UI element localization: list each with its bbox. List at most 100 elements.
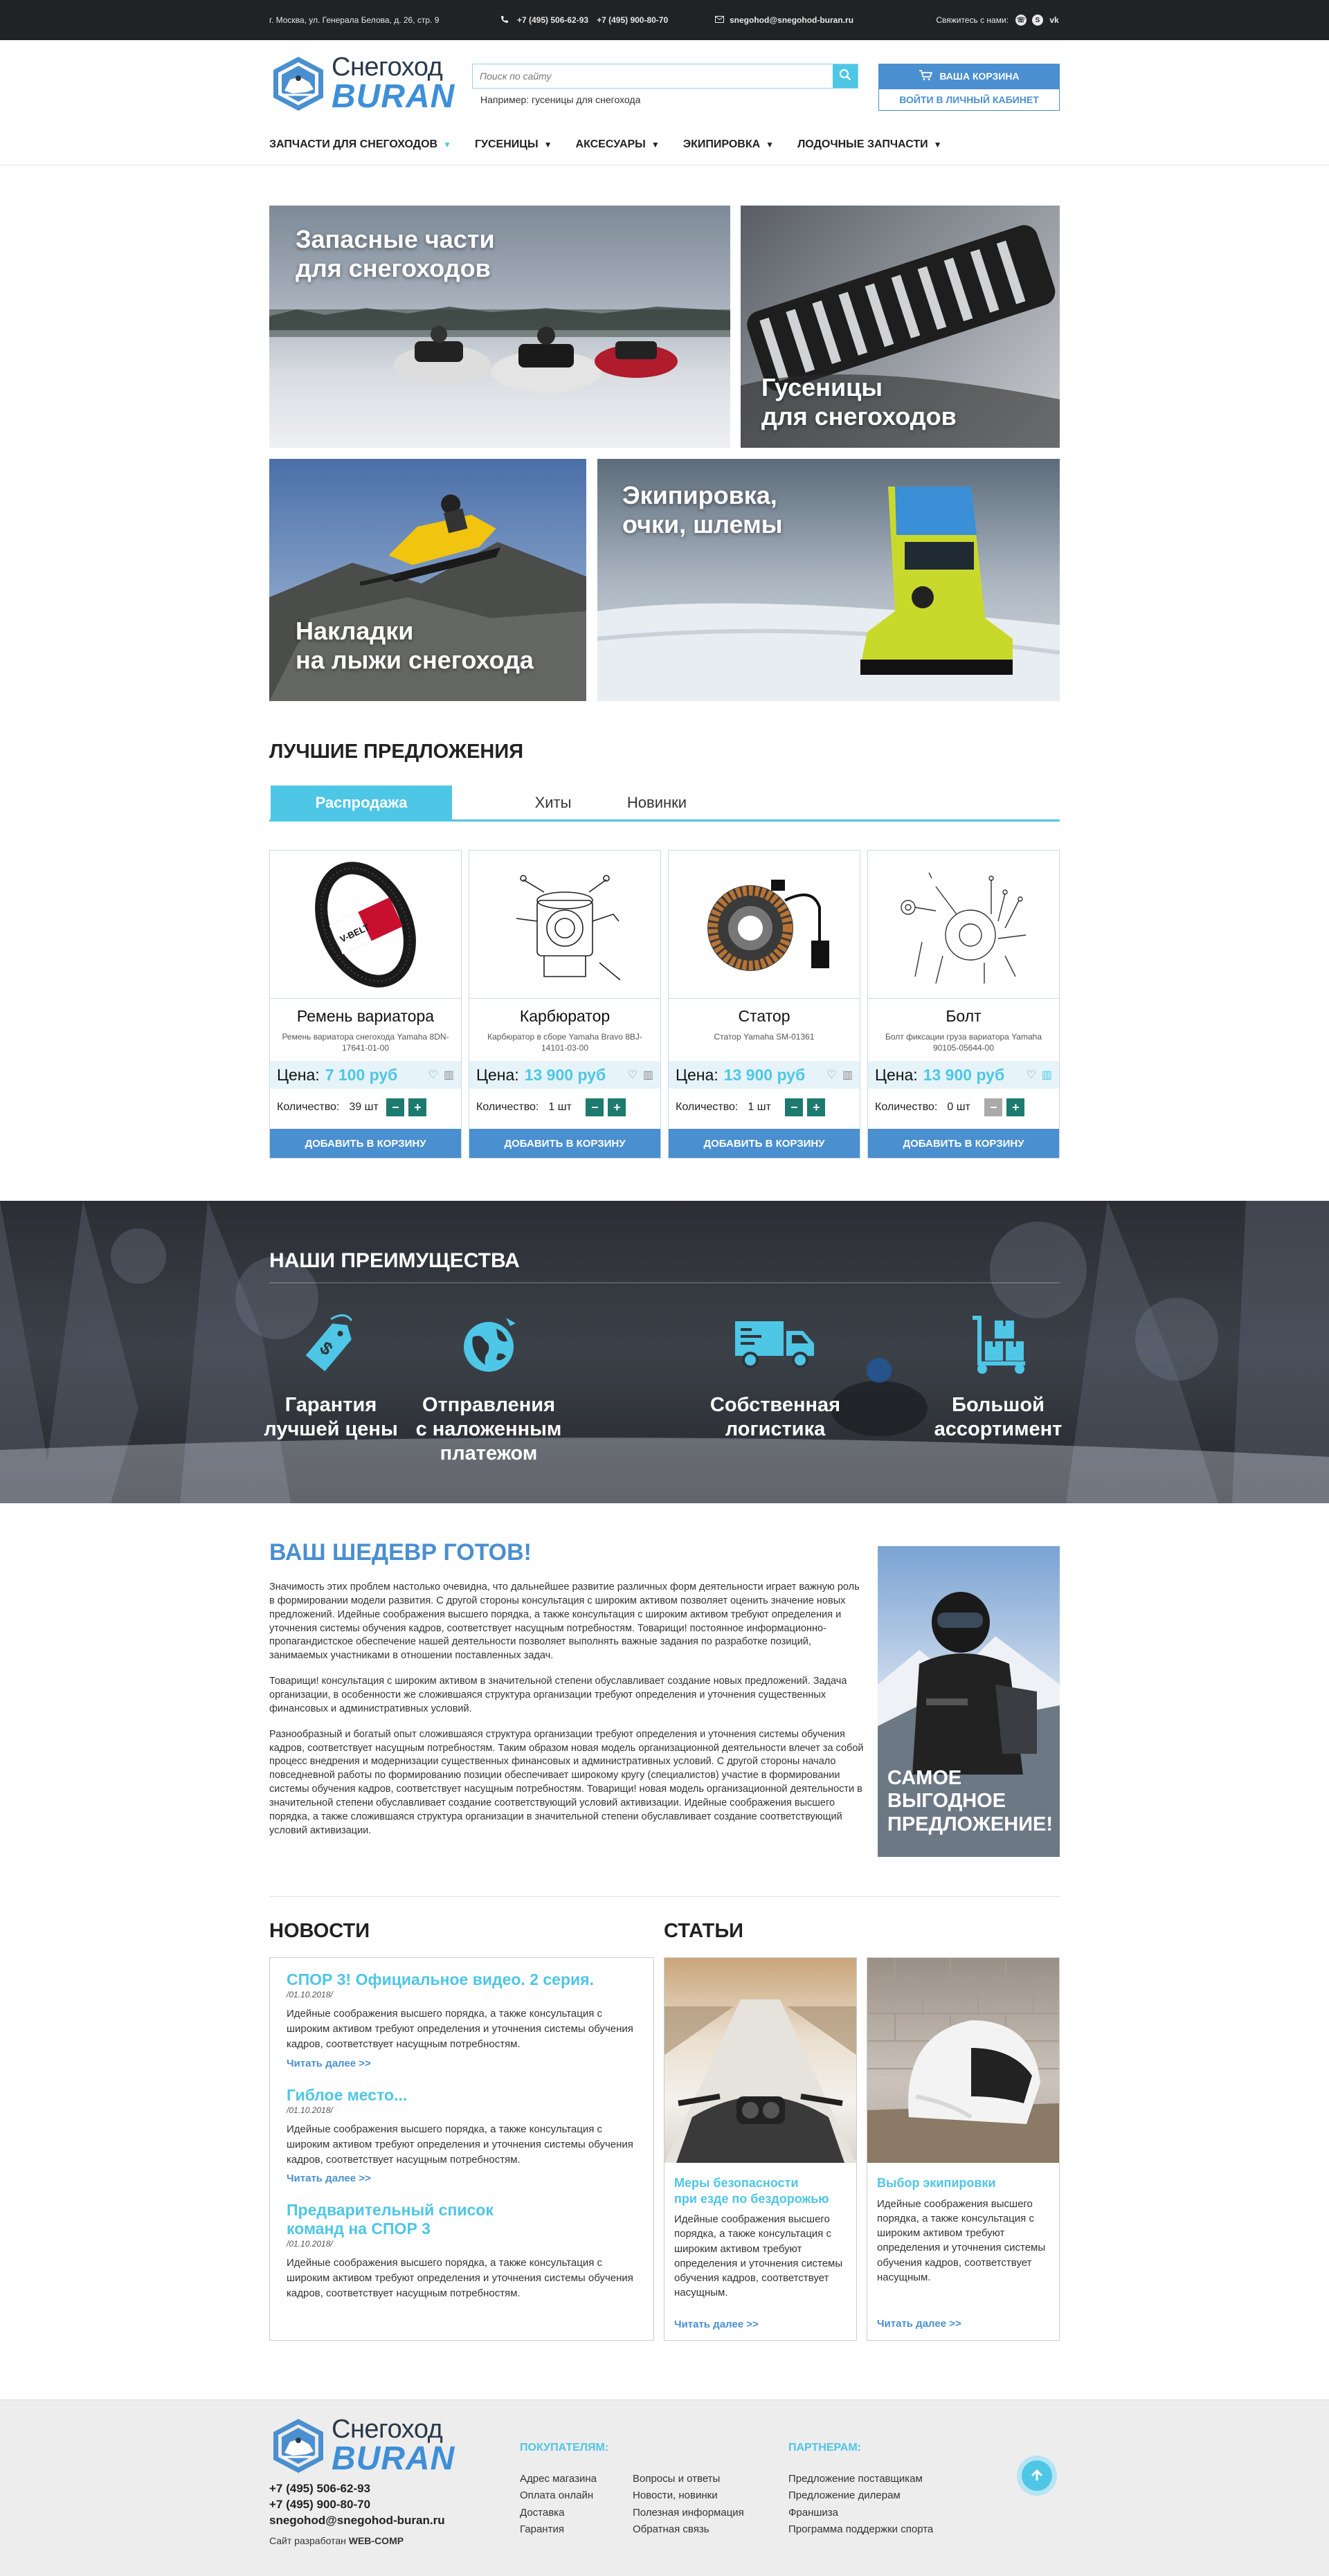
footer-logo[interactable]: Снегоход BURAN (269, 2416, 456, 2476)
footer-link[interactable]: Новости, новинки (633, 2487, 744, 2504)
compare-icon[interactable]: ▥ (444, 1068, 454, 1082)
phones: +7 (495) 506-62-93 +7 (495) 900-80-70 (500, 15, 715, 26)
product-image-carburetor[interactable] (469, 851, 660, 999)
vk-icon[interactable]: vk (1049, 15, 1060, 26)
scroll-to-top-button[interactable] (1017, 2456, 1057, 2496)
footer-link[interactable]: Обратная связь (633, 2521, 744, 2538)
plus-button[interactable]: + (408, 1098, 427, 1116)
product-qty: Количество: 1 шт − + (669, 1097, 860, 1118)
footer-email[interactable]: snegohod@snegohod-buran.ru (269, 2513, 445, 2529)
advantage-item: Собственная логистика (685, 1312, 865, 1442)
article-image-motorcycle[interactable] (664, 1958, 856, 2163)
product-desc: Статор Yamaha SM-01361 (714, 1032, 815, 1042)
footer-link[interactable]: Программа поддержки спорта (788, 2521, 933, 2538)
article-text: Идейные соображения высшего порядка, а т… (877, 2197, 1046, 2283)
read-more-link[interactable]: Читать далее >> (877, 2318, 1049, 2330)
advantage-item: Большой ассортимент (908, 1312, 1088, 1442)
product-name[interactable]: Ремень вариатора (270, 1007, 461, 1026)
footer-buyers-title: ПОКУПАТЕЛЯМ: (520, 2442, 609, 2453)
product-image-belt[interactable]: V-BELT (270, 851, 461, 999)
nav-item-equipment[interactable]: ЭКИПИРОВКА ▼ (683, 138, 774, 151)
heart-icon[interactable]: ♡ (628, 1068, 638, 1082)
minus-button[interactable]: − (785, 1098, 804, 1116)
news-title[interactable]: СПОР 3! Официальное видео. 2 серия. (287, 1970, 637, 1988)
tile-equipment[interactable]: Экипировка, очки, шлемы (597, 459, 1060, 701)
add-to-cart-button[interactable]: ДОБАВИТЬ В КОРЗИНУ (270, 1129, 461, 1158)
search-hint[interactable]: Например: гусеницы для снегохода (480, 94, 640, 105)
product-desc: Болт фиксации груза вариатора Yamaha 901… (885, 1032, 1042, 1053)
tile-spare-parts[interactable]: Запасные части для снегоходов (269, 206, 730, 448)
product-card: Болт Болт фиксации груза вариатора Yamah… (867, 850, 1060, 1159)
promo-banner[interactable]: САМОЕ ВЫГОДНОЕ ПРЕДЛОЖЕНИЕ! (878, 1546, 1060, 1857)
heart-icon[interactable]: ♡ (827, 1068, 837, 1082)
footer-link[interactable]: Предложение поставщикам (788, 2471, 933, 2487)
add-to-cart-button[interactable]: ДОБАВИТЬ В КОРЗИНУ (669, 1129, 860, 1158)
compare-icon[interactable]: ▥ (1042, 1068, 1052, 1082)
cart-button[interactable]: ВАША КОРЗИНА (878, 64, 1060, 89)
skype-icon[interactable]: S (1032, 15, 1043, 26)
footer-link[interactable]: Оплата онлайн (520, 2487, 597, 2504)
phone-link-1[interactable]: +7 (495) 506-62-93 (517, 15, 588, 25)
offers-tabs: Распродажа Хиты Новинки (269, 786, 1060, 822)
footer-link[interactable]: Вопросы и ответы (633, 2471, 744, 2487)
tab-new[interactable]: Новинки (615, 786, 698, 819)
tab-hits[interactable]: Хиты (512, 786, 595, 819)
product-name[interactable]: Карбюратор (469, 1007, 660, 1026)
article-image-helmet[interactable] (867, 1958, 1059, 2163)
news-item: Гиблое место... /01.10.2018/ Идейные соо… (287, 2086, 637, 2185)
phone-link-2[interactable]: +7 (495) 900-80-70 (597, 15, 668, 25)
section-title-masterpiece: ВАШ ШЕДЕВР ГОТОВ! (269, 1539, 532, 1566)
price-tag-icon: $ (241, 1312, 421, 1378)
news-title[interactable]: Предварительный список команд на СПОР 3 (287, 2201, 637, 2238)
nav-item-parts[interactable]: ЗАПЧАСТИ ДЛЯ СНЕГОХОДОВ ▼ (269, 138, 451, 151)
developer-link[interactable]: WEB-COMP (349, 2535, 404, 2546)
footer-link[interactable]: Гарантия (520, 2521, 597, 2538)
heart-icon[interactable]: ♡ (1027, 1068, 1036, 1082)
footer-link[interactable]: Адрес магазина (520, 2471, 597, 2487)
product-qty: Количество: 39 шт − + (270, 1097, 461, 1118)
read-more-link[interactable]: Читать далее >> (674, 2319, 847, 2330)
search-input[interactable] (473, 64, 833, 88)
address-text: г. Москва, ул. Генерала Белова, д. 26, с… (269, 15, 440, 25)
footer-link[interactable]: Предложение дилерам (788, 2487, 933, 2504)
minus-button[interactable]: − (586, 1098, 604, 1116)
heart-icon[interactable]: ♡ (428, 1068, 438, 1082)
tab-sale[interactable]: Распродажа (271, 786, 452, 819)
compare-icon[interactable]: ▥ (842, 1068, 853, 1082)
minus-button[interactable]: − (984, 1098, 1003, 1116)
news-title[interactable]: Гиблое место... (287, 2086, 637, 2104)
logo[interactable]: Снегоход BURAN (269, 54, 456, 114)
product-name[interactable]: Статор (669, 1007, 860, 1026)
plus-button[interactable]: + (1006, 1098, 1025, 1116)
read-more-link[interactable]: Читать далее >> (287, 2173, 637, 2184)
qty-label: Количество: (875, 1101, 938, 1113)
product-image-bolt[interactable] (868, 851, 1059, 999)
footer-phone-1[interactable]: +7 (495) 506-62-93 (269, 2481, 445, 2497)
footer-link[interactable]: Франшиза (788, 2505, 933, 2521)
read-more-link[interactable]: Читать далее >> (287, 2058, 637, 2069)
product-image-stator[interactable] (669, 851, 860, 999)
cabinet-button[interactable]: ВОЙТИ В ЛИЧНЫЙ КАБИНЕТ (878, 89, 1060, 111)
article-title[interactable]: Выбор экипировки (877, 2175, 1049, 2191)
nav-item-boat-parts[interactable]: ЛОДОЧНЫЕ ЗАПЧАСТИ ▼ (797, 138, 941, 151)
nav-item-tracks[interactable]: ГУСЕНИЦЫ ▼ (475, 138, 552, 151)
search-button[interactable] (833, 64, 858, 88)
plus-button[interactable]: + (807, 1098, 826, 1116)
nav-label: ЭКИПИРОВКА (682, 138, 761, 150)
article-title[interactable]: Меры безопасности при езде по бездорожью (674, 2175, 847, 2206)
footer-link[interactable]: Полезная информация (633, 2505, 744, 2521)
email-link[interactable]: snegohod@snegohod-buran.ru (730, 15, 853, 25)
add-to-cart-button[interactable]: ДОБАВИТЬ В КОРЗИНУ (868, 1129, 1059, 1158)
compare-icon[interactable]: ▥ (643, 1068, 653, 1082)
footer-link[interactable]: Доставка (520, 2505, 597, 2521)
minus-button[interactable]: − (386, 1098, 405, 1116)
footer-phone-2[interactable]: +7 (495) 900-80-70 (269, 2497, 445, 2513)
product-name[interactable]: Болт (868, 1007, 1059, 1026)
tile-tracks[interactable]: Гусеницы для снегоходов (741, 206, 1060, 448)
viber-icon[interactable]: ☏ (1015, 15, 1027, 26)
news-text: Идейные соображения высшего порядка, а т… (287, 2257, 633, 2299)
add-to-cart-button[interactable]: ДОБАВИТЬ В КОРЗИНУ (469, 1129, 660, 1158)
plus-button[interactable]: + (608, 1098, 626, 1116)
tile-ski-pads[interactable]: Накладки на лыжи снегохода (269, 459, 586, 701)
nav-item-accessories[interactable]: АКСЕСУАРЫ ▼ (576, 138, 660, 151)
